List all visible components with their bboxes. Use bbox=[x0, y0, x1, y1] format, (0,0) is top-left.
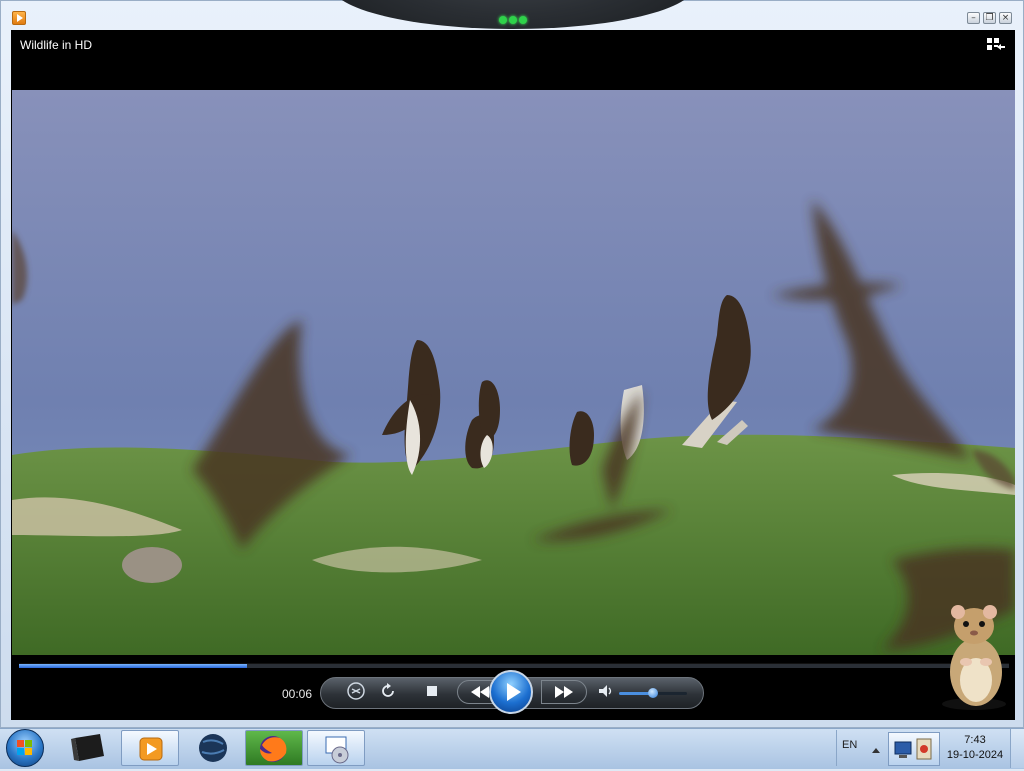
start-button[interactable] bbox=[6, 729, 44, 767]
windows-logo-icon bbox=[17, 740, 32, 755]
speaker-icon bbox=[599, 685, 612, 697]
tray-network-icon[interactable] bbox=[888, 732, 940, 766]
show-hidden-icons-icon[interactable] bbox=[872, 748, 880, 753]
terminal-icon bbox=[71, 734, 104, 761]
language-indicator[interactable]: EN bbox=[842, 739, 857, 751]
elapsed-time: 00:06 bbox=[282, 687, 313, 701]
media-player-icon[interactable] bbox=[12, 11, 26, 25]
taskbar-media-center[interactable] bbox=[307, 730, 365, 766]
firefox-icon bbox=[260, 736, 287, 762]
media-player-icon bbox=[139, 737, 163, 761]
media-center-icon bbox=[325, 736, 349, 764]
mode-indicator-icon bbox=[498, 9, 528, 24]
media-player-window: – ❐ × Wildlife in HD 00:06 bbox=[0, 0, 1024, 728]
seek-bar[interactable] bbox=[19, 663, 1009, 668]
tray-separator bbox=[836, 730, 837, 766]
shuffle-icon bbox=[347, 682, 365, 700]
hamster-mascot-image bbox=[942, 605, 1006, 710]
taskbar-firefox[interactable] bbox=[245, 730, 303, 766]
show-desktop-button[interactable] bbox=[1010, 729, 1024, 768]
next-button[interactable] bbox=[541, 680, 587, 704]
taskbar-clock[interactable]: 7:43 19-10-2024 bbox=[944, 733, 1006, 763]
video-title: Wildlife in HD bbox=[20, 38, 93, 52]
close-button[interactable]: × bbox=[999, 12, 1012, 24]
minimize-button[interactable]: – bbox=[967, 12, 980, 24]
stop-icon bbox=[427, 686, 437, 696]
volume-knob[interactable] bbox=[648, 688, 658, 698]
shuffle-button[interactable] bbox=[345, 681, 367, 710]
repeat-button[interactable] bbox=[377, 681, 399, 710]
taskbar-terminal[interactable] bbox=[60, 730, 118, 766]
taskbar-media-player[interactable] bbox=[121, 730, 179, 766]
network-icon bbox=[894, 738, 932, 760]
taskbar-globe[interactable] bbox=[184, 730, 242, 766]
stop-button[interactable] bbox=[421, 681, 443, 710]
repeat-icon bbox=[382, 683, 394, 697]
video-stage: Wildlife in HD 00:06 bbox=[11, 30, 1015, 720]
restore-button[interactable]: ❐ bbox=[983, 12, 996, 24]
volume-slider[interactable] bbox=[619, 688, 687, 698]
clock-time: 7:43 bbox=[964, 734, 986, 746]
video-frame[interactable] bbox=[12, 90, 1015, 655]
fast-forward-icon bbox=[555, 686, 573, 698]
seek-progress bbox=[19, 664, 247, 668]
play-button[interactable] bbox=[489, 670, 533, 714]
clock-date: 19-10-2024 bbox=[946, 749, 1004, 761]
globe-icon bbox=[199, 734, 227, 762]
mute-button[interactable] bbox=[595, 681, 617, 710]
switch-to-library-icon[interactable] bbox=[987, 38, 1005, 54]
